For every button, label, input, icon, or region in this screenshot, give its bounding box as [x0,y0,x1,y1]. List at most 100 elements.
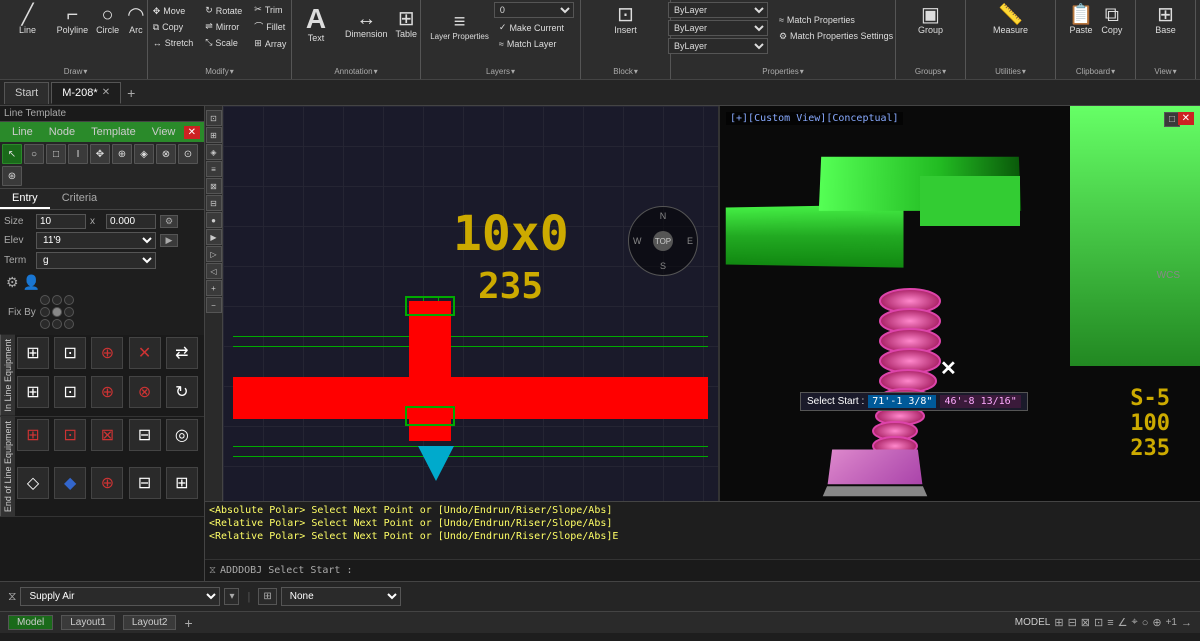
rotate-button[interactable]: ↻ Rotate [200,3,247,18]
viewport-3d[interactable]: [+][Custom View][Conceptual] [720,106,1200,501]
match-props-button[interactable]: ≈ Match Properties [774,13,898,27]
fix-dot-tr[interactable] [64,295,74,305]
fix-dot-br[interactable] [64,319,74,329]
status-icon-7[interactable]: ⌖ [1132,616,1138,629]
elev-arrow[interactable]: ▶ [160,234,178,247]
draw-group-label[interactable]: Draw ▾ [63,66,89,77]
tab-start[interactable]: Start [4,82,49,104]
tool-square[interactable]: □ [46,144,66,164]
annotation-group-label[interactable]: Annotation ▾ [333,66,378,77]
side-btn-4[interactable]: ≡ [206,161,222,177]
side-btn-3[interactable]: ◈ [206,144,222,160]
trim-button[interactable]: ✂ Trim [249,2,291,17]
group-button[interactable]: ▣ Group [906,2,954,38]
tool-select[interactable]: ↖ [2,144,22,164]
tool-ellipse[interactable]: ○ [24,144,44,164]
side-btn-5[interactable]: ⊠ [206,178,222,194]
base-button[interactable]: ⊞ Base [1141,2,1189,38]
fix-dot-ml[interactable] [40,307,50,317]
x-input[interactable] [106,214,156,229]
eq-item-7[interactable]: ⊡ [54,376,86,408]
side-btn-8[interactable]: ▶ [206,229,222,245]
tab-close-m208[interactable]: ✕ [102,87,110,98]
eq-eol-5[interactable]: ◎ [166,419,198,451]
copy-clip-button[interactable]: ⧉ Copy [1098,2,1125,38]
none-select[interactable]: None [281,587,401,606]
status-icon-2[interactable]: ⊟ [1068,616,1077,629]
circle-button[interactable]: ○ Circle [93,2,122,38]
layer-props-button[interactable]: ≡ Layer Properties [427,9,492,44]
bottom-layer-icon[interactable]: ⊞ [258,588,276,605]
status-icon-9[interactable]: ⊕ [1152,616,1161,629]
polyline-button[interactable]: ⌐ Polyline [54,2,92,38]
view-group-label[interactable]: View ▾ [1153,66,1177,77]
eq-eol-10[interactable]: ⊞ [166,467,198,499]
tab-add-button[interactable]: + [123,85,139,101]
status-icon-8[interactable]: ○ [1142,617,1149,629]
settings-icon-2[interactable]: 👤 [23,274,40,291]
text-button[interactable]: A Text [292,2,340,46]
modify-group-label[interactable]: Modify ▾ [204,66,235,77]
status-icon-3[interactable]: ⊠ [1081,616,1090,629]
fix-dot-bc[interactable] [52,319,62,329]
status-tab-model[interactable]: Model [8,615,53,630]
properties-group-label[interactable]: Properties ▾ [761,66,804,77]
tool-move[interactable]: ✥ [90,144,110,164]
tool-text-cursor[interactable]: I [68,144,88,164]
eq-item-2[interactable]: ⊡ [54,337,86,369]
linetype-dropdown[interactable]: ByLayer [668,20,768,36]
tab-entry[interactable]: Entry [0,189,50,209]
side-btn-10[interactable]: ◁ [206,263,222,279]
clipboard-group-label[interactable]: Clipboard ▾ [1075,66,1116,77]
status-tab-layout2[interactable]: Layout2 [123,615,177,630]
side-btn-12[interactable]: − [206,297,222,313]
block-group-label[interactable]: Block ▾ [612,66,639,77]
table-button[interactable]: ⊞ Table [392,6,420,42]
layout-add-button[interactable]: + [184,615,192,631]
viewport-2d[interactable]: 10x0 235 N S E W TOP [223,106,720,501]
fillet-button[interactable]: ⌒ Fillet [249,18,291,35]
command-input[interactable] [352,565,1196,576]
eq-item-5[interactable]: ⇄ [166,337,198,369]
paste-button[interactable]: 📋 Paste [1066,2,1097,38]
eq-eol-7[interactable]: ◆ [54,467,86,499]
eq-eol-8[interactable]: ⊕ [91,467,123,499]
size-input[interactable] [36,214,86,229]
settings-icon-1[interactable]: ⚙ [6,274,19,291]
arc-button[interactable]: ◠ Arc [124,2,147,38]
eq-item-10[interactable]: ↻ [166,376,198,408]
mirror-button[interactable]: ⇌ Mirror [200,19,247,34]
eq-eol-1[interactable]: ⊞ [17,419,49,451]
eq-eol-2[interactable]: ⊡ [54,419,86,451]
side-btn-7[interactable]: ● [206,212,222,228]
utilities-group-label[interactable]: Utilities ▾ [994,66,1027,77]
color-dropdown[interactable]: ByLayer [668,2,768,18]
tool-6[interactable]: ⊕ [112,144,132,164]
status-icon-arrow[interactable]: → [1181,617,1192,629]
panel-menu-node[interactable]: Node [41,124,83,140]
measure-button[interactable]: 📏 Measure [986,2,1034,38]
line-button[interactable]: ╱ Line [4,2,52,38]
tool-9[interactable]: ⊙ [178,144,198,164]
panel-menu-template[interactable]: Template [83,124,144,140]
make-current-button[interactable]: ✓ Make Current [494,20,574,35]
tab-criteria[interactable]: Criteria [50,189,109,209]
status-icon-6[interactable]: ∠ [1118,616,1128,629]
bottom-dropdown-arrow[interactable]: ▾ [224,588,239,605]
eq-item-6[interactable]: ⊞ [17,376,49,408]
eq-eol-4[interactable]: ⊟ [129,419,161,451]
side-btn-1[interactable]: ⊡ [206,110,222,126]
eq-item-8[interactable]: ⊕ [91,376,123,408]
fix-dot-mr[interactable] [64,307,74,317]
eq-item-1[interactable]: ⊞ [17,337,49,369]
tab-m208[interactable]: M-208* ✕ [51,82,121,104]
eq-eol-3[interactable]: ⊠ [91,419,123,451]
move-button[interactable]: ✥ Move [148,4,199,19]
match-layer-button[interactable]: ≈ Match Layer [494,37,574,51]
eq-eol-6[interactable]: ◇ [17,467,49,499]
layers-group-label[interactable]: Layers ▾ [485,66,516,77]
eq-item-4[interactable]: ✕ [129,337,161,369]
supply-air-select[interactable]: Supply Air [20,587,220,606]
array-button[interactable]: ⊞ Array [249,36,291,51]
fix-dot-tl[interactable] [40,295,50,305]
